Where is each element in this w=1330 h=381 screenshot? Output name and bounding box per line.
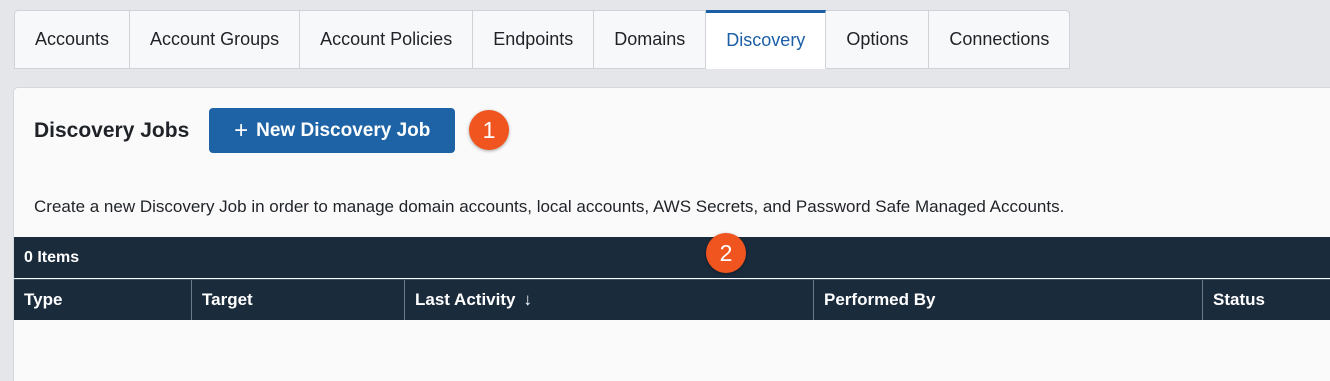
column-label-target: Target bbox=[202, 290, 253, 309]
tab-account-policies[interactable]: Account Policies bbox=[300, 10, 474, 69]
grid-item-count: 0 Items bbox=[14, 237, 1330, 278]
column-label-last-activity: Last Activity bbox=[415, 290, 516, 309]
callout-badge-1: 1 bbox=[469, 110, 509, 150]
column-label-status: Status bbox=[1213, 290, 1265, 309]
tab-bar: Accounts Account Groups Account Policies… bbox=[14, 10, 1071, 69]
column-header-target[interactable]: Target bbox=[192, 280, 405, 320]
sort-descending-icon: ↓ bbox=[523, 290, 532, 309]
plus-icon: + bbox=[234, 116, 249, 144]
new-discovery-job-button[interactable]: + New Discovery Job bbox=[209, 108, 456, 153]
panel-header: Discovery Jobs + New Discovery Job bbox=[34, 108, 456, 153]
tab-accounts[interactable]: Accounts bbox=[14, 10, 131, 69]
column-header-performed-by[interactable]: Performed By bbox=[814, 280, 1203, 320]
tab-connections[interactable]: Connections bbox=[929, 10, 1071, 69]
tab-discovery[interactable]: Discovery bbox=[706, 10, 827, 69]
column-header-last-activity[interactable]: Last Activity ↓ bbox=[405, 280, 814, 320]
callout-badge-2: 2 bbox=[706, 233, 746, 273]
discovery-panel: Discovery Jobs + New Discovery Job bbox=[13, 87, 1330, 381]
tab-account-groups[interactable]: Account Groups bbox=[130, 10, 301, 69]
column-header-status[interactable]: Status bbox=[1203, 280, 1330, 320]
page-description: Create a new Discovery Job in order to m… bbox=[34, 197, 1065, 216]
new-discovery-job-label: New Discovery Job bbox=[256, 119, 431, 141]
column-header-type[interactable]: Type bbox=[14, 280, 192, 320]
tab-options[interactable]: Options bbox=[826, 10, 930, 69]
page-title: Discovery Jobs bbox=[34, 118, 190, 142]
column-label-type: Type bbox=[24, 290, 63, 309]
grid-column-headers: Type Target Last Activity ↓ Performed By… bbox=[14, 279, 1330, 320]
column-label-performed-by: Performed By bbox=[824, 290, 936, 309]
tab-domains[interactable]: Domains bbox=[594, 10, 707, 69]
tab-endpoints[interactable]: Endpoints bbox=[473, 10, 595, 69]
item-count-label: 0 Items bbox=[24, 248, 80, 266]
